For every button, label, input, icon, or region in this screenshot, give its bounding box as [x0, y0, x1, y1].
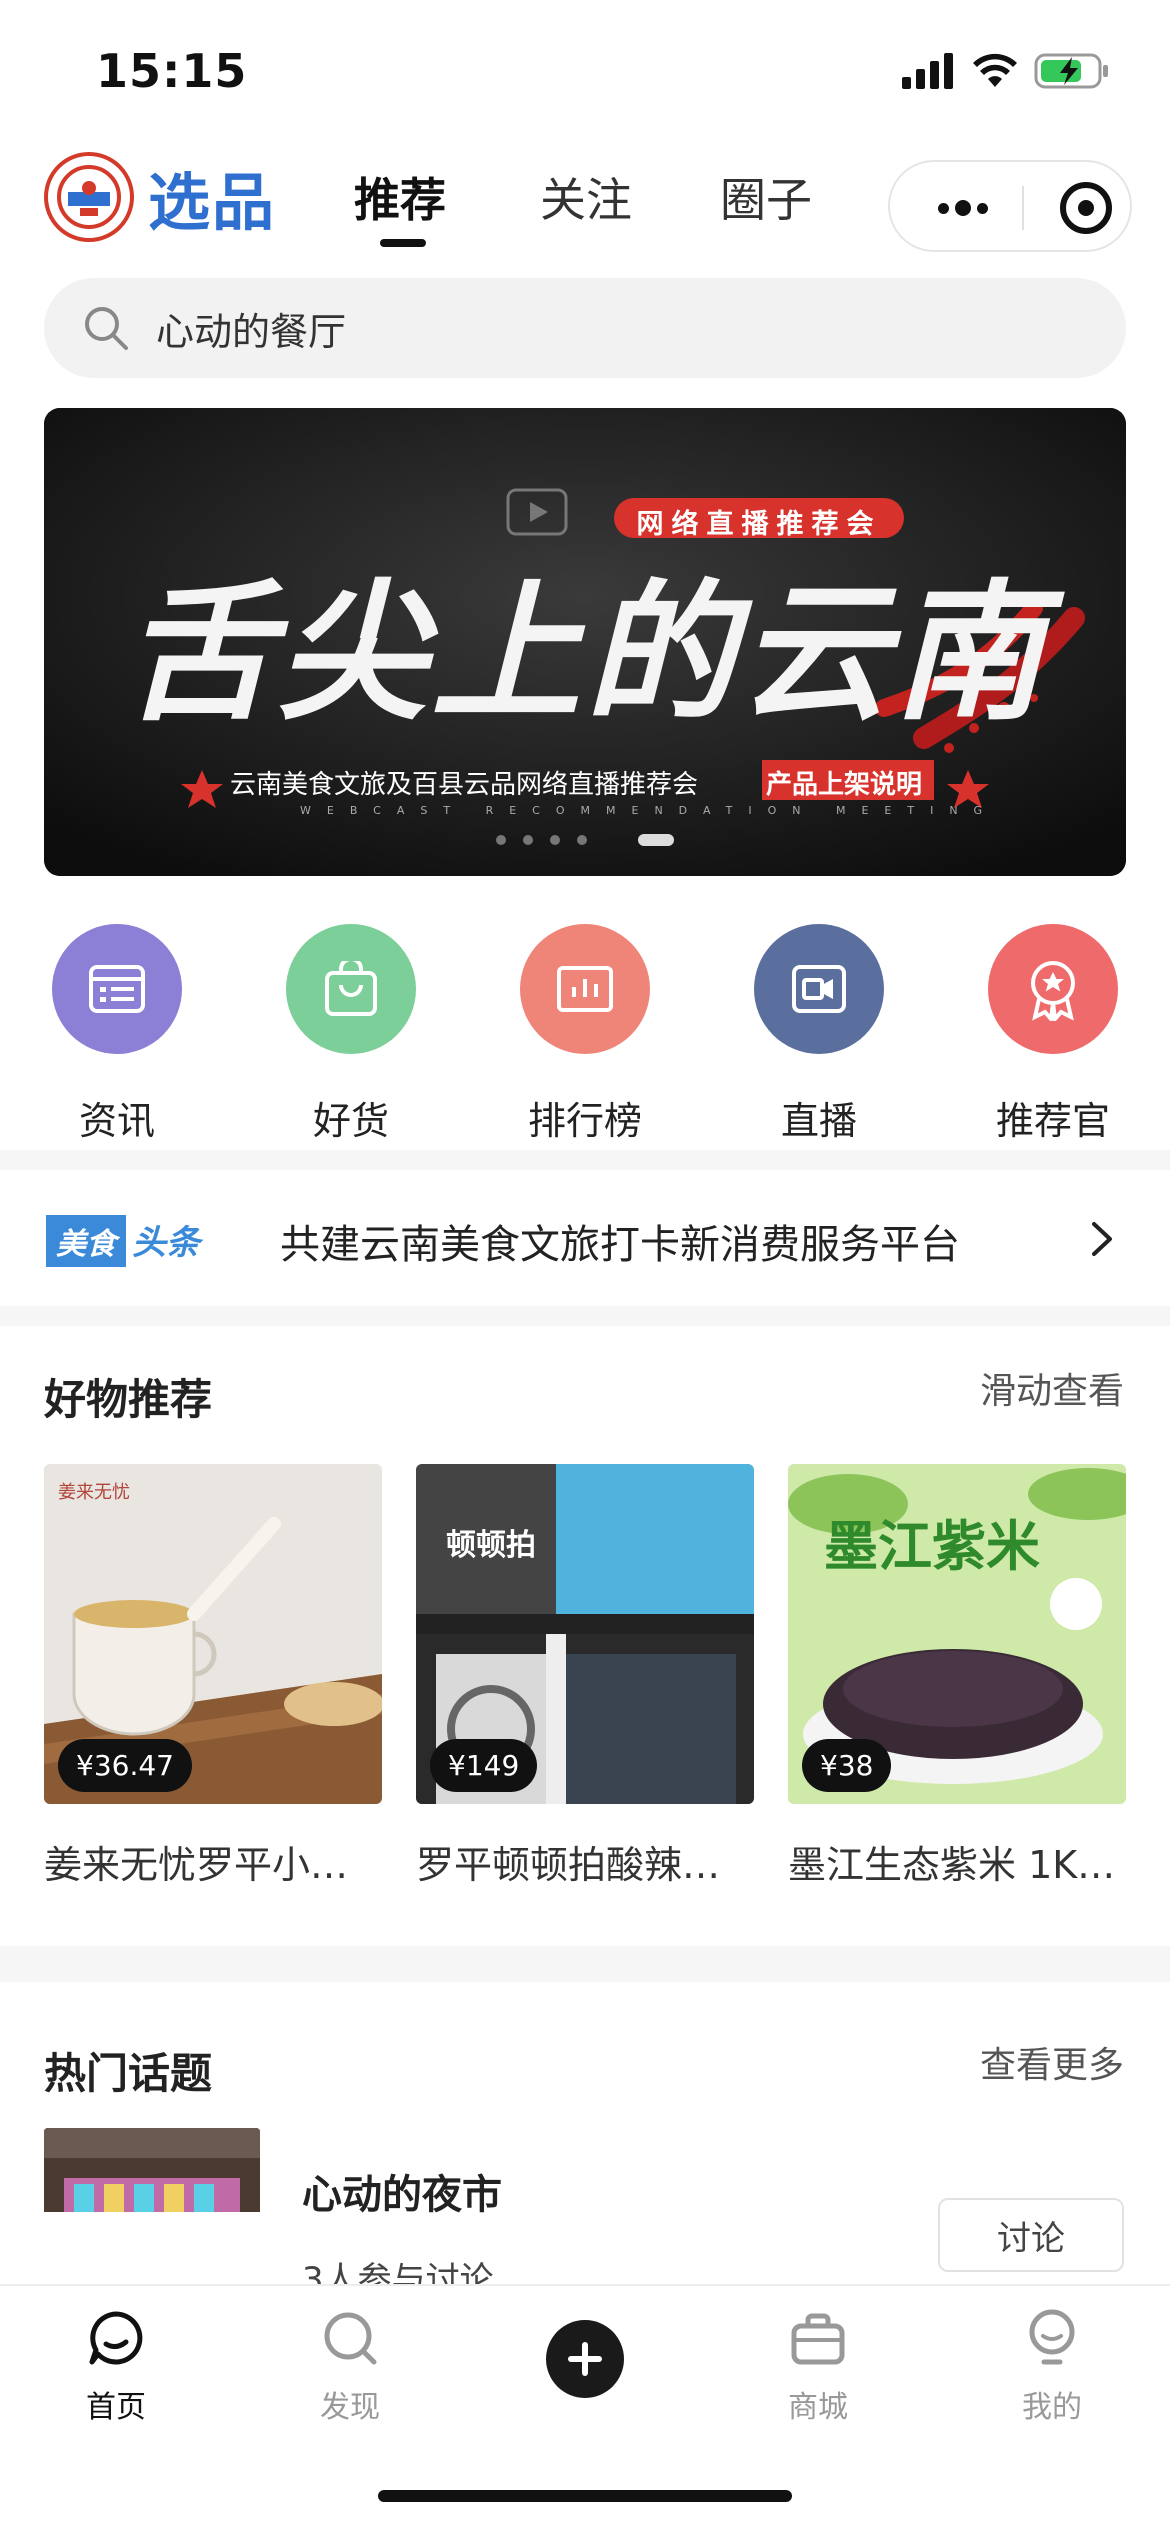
banner-tag: 网络直播推荐会	[636, 509, 882, 540]
product-image[interactable]: 顿顿拍 ¥149	[416, 1464, 754, 1804]
logo-text: 选品	[148, 166, 277, 239]
logo-emblem-icon	[44, 152, 134, 242]
headline-badge-right: 头条	[132, 1223, 200, 1263]
shopping-bag-icon	[286, 924, 416, 1054]
tab-home[interactable]: 首页	[46, 2306, 186, 2426]
topics-section-title: 热门话题	[44, 2049, 213, 2098]
miniprogram-capsule	[888, 160, 1132, 252]
product-card[interactable]: 姜来无忧 ¥36.47 姜来无忧罗平小…	[44, 1464, 382, 1889]
category-label: 资讯	[78, 1099, 155, 1143]
banner-subtitle: 云南美食文旅及百县云品网络直播推荐会	[230, 770, 699, 800]
mall-bag-icon	[748, 2306, 888, 2370]
product-price: ¥149	[430, 1739, 538, 1792]
ranking-chart-icon	[520, 924, 650, 1054]
product-card[interactable]: 墨江紫米 ¥38 墨江生态紫米 1K…	[788, 1464, 1126, 1889]
product-card[interactable]: 顿顿拍 ¥149 罗平顿顿拍酸辣…	[416, 1464, 754, 1889]
banner-english: WEBCAST RECOMMENDATION MEETING	[300, 804, 999, 817]
goods-section-title: 好物推荐	[44, 1375, 213, 1424]
close-target-icon[interactable]	[1060, 182, 1112, 234]
brand-logo[interactable]: 选品	[44, 152, 276, 242]
tab-active-indicator	[380, 239, 426, 247]
banner-highlight: 产品上架说明	[766, 770, 923, 800]
home-chat-icon	[46, 2306, 186, 2370]
product-image[interactable]: 墨江紫米 ¥38	[788, 1464, 1126, 1804]
headline-badge-left: 美食	[46, 1215, 126, 1267]
product-image-caption: 顿顿拍	[446, 1528, 536, 1563]
tab-label: 商城	[788, 2390, 848, 2425]
topic-title[interactable]: 心动的夜市	[302, 2162, 502, 2220]
section-divider	[0, 1306, 1170, 1326]
category-label: 好货	[312, 1099, 389, 1143]
product-name[interactable]: 罗平顿顿拍酸辣…	[416, 1834, 754, 1889]
tab-recommend[interactable]: 推荐	[354, 164, 446, 230]
search-icon	[85, 307, 128, 350]
medal-icon	[988, 924, 1118, 1054]
product-image-caption: 墨江紫米	[824, 1514, 1040, 1578]
tab-circle[interactable]: 圈子	[720, 164, 812, 230]
category-goods[interactable]: 好货	[276, 924, 426, 1145]
live-video-icon	[754, 924, 884, 1054]
tab-label: 首页	[86, 2390, 146, 2425]
goods-swipe-hint[interactable]: 滑动查看	[980, 1362, 1124, 1414]
category-news[interactable]: 资讯	[42, 924, 192, 1145]
category-recommender[interactable]: 推荐官	[978, 924, 1128, 1145]
search-placeholder: 心动的餐厅	[156, 309, 347, 354]
product-image-caption: 姜来无忧	[58, 1482, 130, 1503]
headline-badge: 美食 头条	[46, 1215, 206, 1267]
product-name[interactable]: 墨江生态紫米 1K…	[788, 1834, 1126, 1889]
news-icon	[52, 924, 182, 1054]
product-price: ¥36.47	[58, 1739, 192, 1792]
tab-mall[interactable]: 商城	[748, 2306, 888, 2426]
profile-icon	[982, 2306, 1122, 2370]
cellular-signal-icon	[902, 53, 953, 89]
plus-icon[interactable]	[546, 2320, 624, 2398]
battery-charging-icon	[1034, 53, 1108, 89]
tab-profile[interactable]: 我的	[982, 2306, 1122, 2426]
more-menu-icon[interactable]	[928, 190, 998, 226]
status-icons	[902, 52, 1110, 90]
section-divider	[0, 1150, 1170, 1170]
status-time: 15:15	[96, 44, 248, 98]
section-divider	[0, 1946, 1170, 1982]
category-label: 排行榜	[527, 1099, 642, 1143]
topics-more-link[interactable]: 查看更多	[980, 2036, 1124, 2088]
product-image[interactable]: 姜来无忧 ¥36.47	[44, 1464, 382, 1804]
wifi-icon	[973, 53, 1017, 87]
product-price: ¥38	[802, 1739, 892, 1792]
headline-text[interactable]: 共建云南美食文旅打卡新消费服务平台	[280, 1212, 960, 1270]
tab-label: 发现	[320, 2390, 380, 2425]
home-indicator	[378, 2490, 792, 2502]
category-ranking[interactable]: 排行榜	[510, 924, 660, 1145]
category-label: 推荐官	[995, 1099, 1110, 1143]
topic-thumbnail[interactable]	[44, 2128, 260, 2212]
discover-search-icon	[280, 2306, 420, 2370]
category-label: 直播	[780, 1099, 857, 1143]
category-live[interactable]: 直播	[744, 924, 894, 1145]
product-name[interactable]: 姜来无忧罗平小…	[44, 1834, 382, 1889]
banner-title: 舌尖上的云南	[122, 565, 1047, 741]
tab-follow[interactable]: 关注	[540, 164, 632, 230]
search-bar[interactable]: 心动的餐厅	[44, 278, 1126, 378]
promo-banner[interactable]: 舌尖上的云南 网络直播推荐会 云南美食文旅及百县云品网络直播推荐会 产品上架说明…	[44, 408, 1126, 876]
tab-discover[interactable]: 发现	[280, 2306, 420, 2426]
tab-label: 我的	[1022, 2390, 1082, 2425]
chevron-right-icon[interactable]	[1090, 1220, 1114, 1258]
discuss-button[interactable]: 讨论	[938, 2198, 1124, 2272]
